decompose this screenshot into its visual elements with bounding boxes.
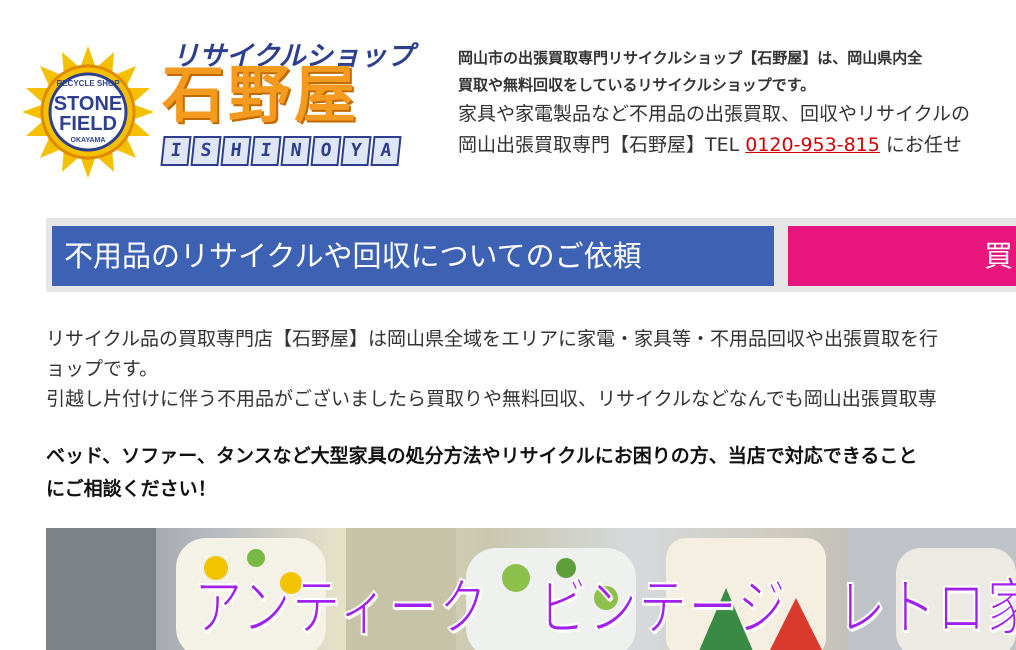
header-line-4: 岡山出張買取専門【石野屋】TEL 0120-953-815 にお任せ [458, 130, 1016, 161]
logo-letter: A [370, 136, 402, 166]
antique-photo-banner[interactable]: アンティーク ビンテージ レトロ家具やおもちゃ、雑 [46, 528, 1016, 650]
logo-roman-tiles: I S H I N O Y A [160, 136, 402, 166]
emphasis-text: ベッド、ソファー、タンスなど大型家具の処分方法やリサイクルにお困りの方、当店で対… [46, 440, 1016, 506]
logo-letter: S [190, 136, 222, 166]
emphasis-line-1: ベッド、ソファー、タンスなど大型家具の処分方法やリサイクルにお困りの方、当店で対… [46, 445, 918, 467]
sun-line2: FIELD [59, 113, 117, 135]
logo-letter: N [280, 136, 312, 166]
logo-kanji-text: 石野屋 [162, 58, 361, 131]
buyback-banner[interactable]: 買 [788, 226, 1016, 286]
sun-top-text: RECYCLE SHOP [56, 79, 120, 88]
intro-line-3: 引越し片付けに伴う不用品がございましたら買取りや無料回収、リサイクルなどなんでも… [46, 388, 937, 410]
recycle-request-banner[interactable]: 不用品のリサイクルや回収についてのご依頼 [52, 226, 774, 286]
intro-text: リサイクル品の買取専門店【石野屋】は岡山県全域をエリアに家電・家具等・不用品回収… [46, 324, 1016, 414]
logo-letter: I [160, 136, 192, 166]
sun-emblem-icon: RECYCLE SHOP STONE FIELD OKAYAMA [22, 46, 154, 178]
phone-link[interactable]: 0120-953-815 [745, 134, 880, 156]
header-tel-suffix: にお任せ [879, 134, 962, 156]
header-tel-prefix: 岡山出張買取専門【石野屋】TEL [458, 134, 746, 156]
site-logo[interactable]: RECYCLE SHOP STONE FIELD OKAYAMA リサイクルショ… [22, 34, 414, 184]
logo-letter: H [220, 136, 252, 166]
page: RECYCLE SHOP STONE FIELD OKAYAMA リサイクルショ… [0, 0, 1016, 650]
intro-line-1: リサイクル品の買取専門店【石野屋】は岡山県全域をエリアに家電・家具等・不用品回収… [46, 328, 939, 350]
photo-banner-title: アンティーク ビンテージ レトロ家具やおもちゃ、雑 [193, 570, 1016, 645]
sun-bottom-text: OKAYAMA [71, 137, 106, 144]
logo-letter: I [250, 136, 282, 166]
header-line-3: 家具や家電製品など不用品の出張買取、回収やリサイクルの [458, 103, 971, 125]
intro-line-2: ョップです。 [46, 358, 159, 380]
header-line-1: 岡山市の出張買取専門リサイクルショップ【石野屋】は、岡山県内全 [458, 49, 923, 67]
header-description: 岡山市の出張買取専門リサイクルショップ【石野屋】は、岡山県内全 買取や無料回収を… [458, 45, 1016, 161]
logo-letter: Y [340, 136, 372, 166]
emphasis-line-2: にご相談ください！ [46, 478, 217, 500]
sun-line1: STONE [54, 93, 123, 115]
logo-letter: O [310, 136, 342, 166]
header-line-2: 買取や無料回収をしているリサイクルショップです。 [458, 76, 816, 94]
